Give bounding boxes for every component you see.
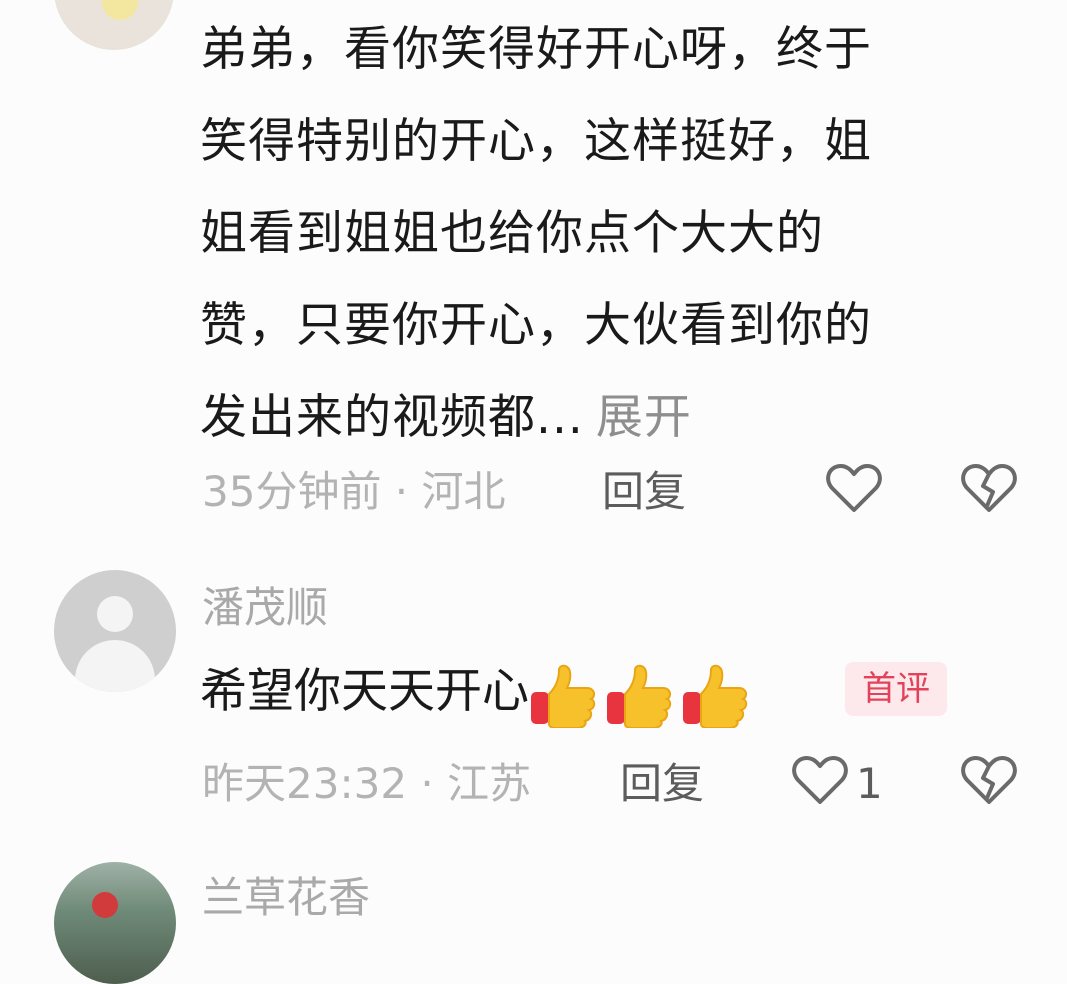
broken-heart-icon[interactable]: [961, 462, 1017, 514]
avatar[interactable]: [54, 862, 176, 984]
expand-link[interactable]: 展开: [596, 390, 692, 445]
avatar-head: [97, 596, 133, 632]
thumbs-up-icon: [531, 664, 596, 728]
avatar[interactable]: [54, 570, 176, 692]
emoji-group: [529, 661, 757, 728]
avatar[interactable]: [54, 0, 174, 50]
heart-icon[interactable]: [792, 754, 848, 806]
avatar-figure: [92, 892, 118, 918]
heart-icon[interactable]: [826, 462, 882, 514]
username[interactable]: 潘茂顺: [202, 582, 328, 634]
comment-text: 弟弟，看你笑得好开心呀，终于 笑得特别的开心，这样挺好，姐 姐看到姐姐也给你点个…: [200, 4, 1030, 464]
thumbs-up-icon: [683, 664, 748, 728]
comment-line: 笑得特别的开心，这样挺好，姐: [200, 114, 872, 169]
thumbs-up-icon: [607, 664, 672, 728]
comment-line: 弟弟，看你笑得好开心呀，终于: [200, 22, 872, 77]
reply-button[interactable]: 回复: [620, 758, 704, 810]
username[interactable]: 兰草花香: [202, 872, 370, 924]
comment-line: 发出来的视频都... 展开: [200, 372, 1030, 464]
broken-heart-icon[interactable]: [961, 754, 1017, 806]
comment-line-text: 发出来的视频都...: [200, 390, 584, 445]
comment-line: 赞，只要你开心，大伙看到你的: [200, 298, 872, 353]
like-count: 1: [856, 759, 883, 808]
avatar-body: [75, 640, 155, 692]
comment-text-value: 希望你天天开心: [200, 664, 529, 719]
reply-button[interactable]: 回复: [602, 466, 686, 518]
comment-text: 希望你天天开心: [200, 660, 757, 728]
comment-line: 姐看到姐姐也给你点个大大的: [200, 206, 824, 261]
comment-meta: 35分钟前 · 河北: [202, 467, 506, 516]
comment-meta: 昨天23:32 · 江苏: [202, 759, 532, 808]
first-comment-badge: 首评: [845, 662, 947, 716]
